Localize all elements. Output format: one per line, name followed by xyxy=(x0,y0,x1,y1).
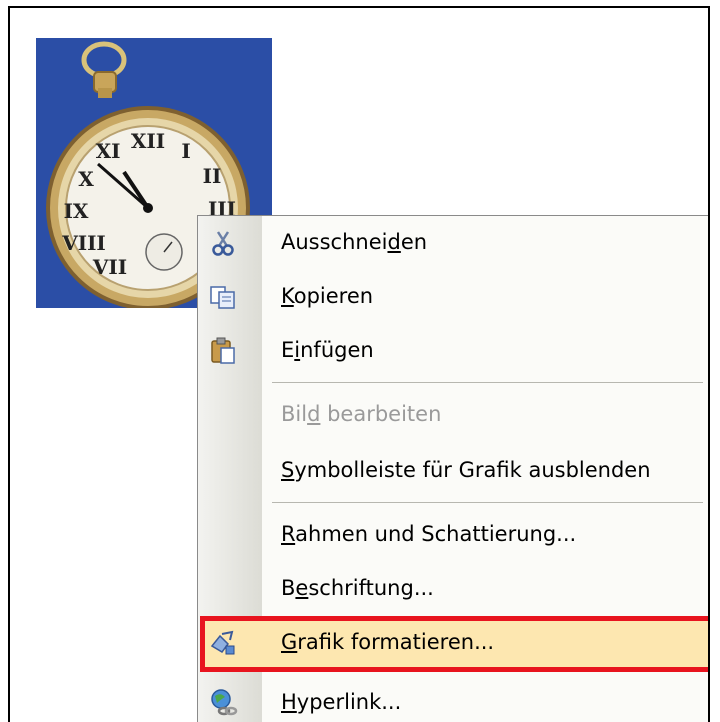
menu-separator xyxy=(272,382,703,383)
svg-text:XI: XI xyxy=(96,139,121,163)
menu-item-kopieren[interactable]: Kopieren xyxy=(200,270,708,322)
menu-item-grafik-formatieren[interactable]: Grafik formatieren... xyxy=(200,616,708,672)
menu-item-label: Hyperlink... xyxy=(281,690,402,714)
context-menu: Ausschneiden Kopieren Einfügen Bild bear… xyxy=(197,215,708,722)
menu-item-symbolleiste-ausblenden[interactable]: Symbolleiste für Grafik ausblenden xyxy=(200,444,708,496)
menu-item-label: Grafik formatieren... xyxy=(281,630,495,654)
format-picture-icon xyxy=(208,628,238,658)
svg-text:II: II xyxy=(203,164,222,188)
menu-item-label: Kopieren xyxy=(281,284,374,308)
svg-text:IX: IX xyxy=(64,199,89,223)
svg-text:XII: XII xyxy=(131,129,165,153)
svg-text:X: X xyxy=(78,167,94,191)
menu-item-label: Ausschneiden xyxy=(281,230,428,254)
menu-item-label: Symbolleiste für Grafik ausblenden xyxy=(281,458,651,482)
paste-icon xyxy=(208,336,238,366)
menu-item-beschriftung[interactable]: Beschriftung... xyxy=(200,562,708,614)
menu-item-label: Einfügen xyxy=(281,338,374,362)
menu-item-label: Beschriftung... xyxy=(281,576,434,600)
menu-item-label: Bild bearbeiten xyxy=(281,402,442,426)
menu-separator xyxy=(272,502,703,503)
svg-text:VII: VII xyxy=(92,255,127,279)
menu-item-einfuegen[interactable]: Einfügen xyxy=(200,324,708,376)
svg-text:VIII: VIII xyxy=(61,231,106,255)
svg-text:I: I xyxy=(181,139,190,163)
menu-item-rahmen-schattierung[interactable]: Rahmen und Schattierung... xyxy=(200,508,708,560)
menu-item-hyperlink[interactable]: Hyperlink... xyxy=(200,676,708,722)
hyperlink-globe-icon xyxy=(208,688,238,718)
document-canvas: XII I II III XI X IX VIII VII Ausschneid… xyxy=(8,6,710,722)
menu-item-ausschneiden[interactable]: Ausschneiden xyxy=(200,216,708,268)
menu-item-bild-bearbeiten: Bild bearbeiten xyxy=(200,388,708,440)
scissors-icon xyxy=(208,228,238,258)
copy-icon xyxy=(208,282,238,312)
menu-item-label: Rahmen und Schattierung... xyxy=(281,522,577,546)
